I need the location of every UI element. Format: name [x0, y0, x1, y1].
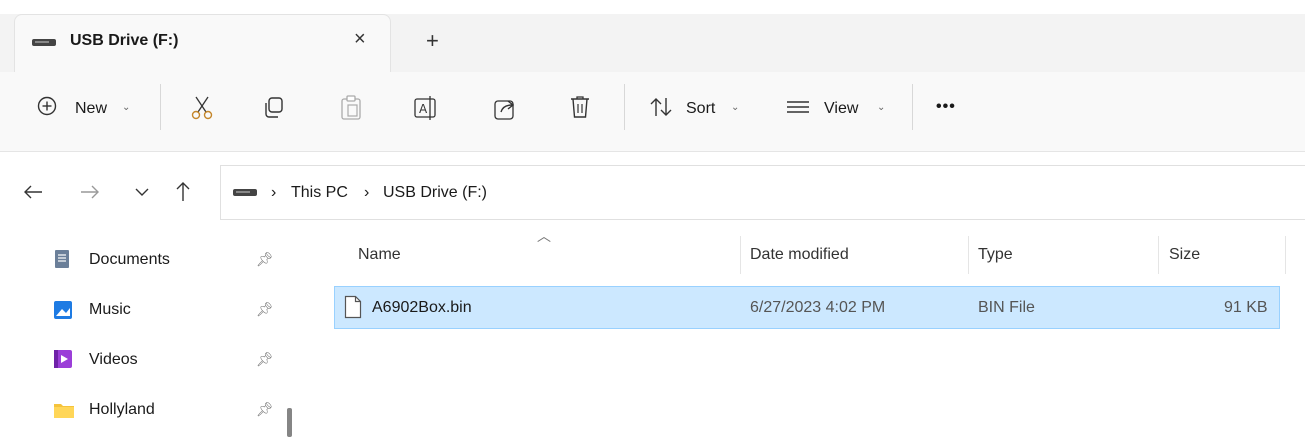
pin-icon: 📌︎ [256, 351, 274, 367]
chevron-down-icon: ⌄ [877, 102, 886, 113]
column-divider[interactable] [740, 236, 741, 274]
file-name: A6902Box.bin [372, 299, 472, 316]
more-options-icon[interactable]: ••• [936, 98, 956, 116]
chevron-down-icon: ⌄ [731, 102, 740, 113]
column-divider[interactable] [968, 236, 969, 274]
folder-icon [54, 404, 74, 418]
recent-locations-chevron-icon[interactable] [134, 187, 150, 197]
pin-icon: 📌︎ [256, 301, 274, 317]
documents-icon [55, 250, 69, 268]
sidebar-item-label: Documents [89, 251, 170, 268]
view-label: View [824, 100, 859, 117]
column-header-size[interactable]: Size [1169, 246, 1200, 264]
file-date-modified: 6/27/2023 4:02 PM [750, 299, 886, 316]
column-header-type[interactable]: Type [978, 246, 1013, 264]
column-divider[interactable] [1158, 236, 1159, 274]
file-size: 91 KB [1224, 299, 1268, 316]
view-lines-icon [787, 101, 809, 113]
new-label: New [75, 100, 108, 117]
pin-icon: 📌︎ [256, 401, 274, 417]
drive-icon [233, 189, 257, 196]
file-icon [344, 295, 362, 319]
sidebar-item-label: Hollyland [89, 401, 155, 418]
videos-icon [54, 350, 72, 368]
copy-icon[interactable] [262, 96, 286, 120]
toolbar-divider [160, 84, 161, 130]
title-bar [0, 0, 1305, 14]
breadcrumb-usb-drive[interactable]: USB Drive (F:) [383, 184, 487, 202]
sidebar-item-label: Music [89, 301, 131, 318]
sort-icon [650, 98, 672, 116]
delete-icon[interactable] [568, 94, 592, 120]
column-header-date[interactable]: Date modified [750, 246, 849, 264]
breadcrumb-separator: › [364, 184, 370, 201]
toolbar-divider [624, 84, 625, 130]
music-icon [54, 301, 72, 319]
forward-arrow-icon[interactable] [79, 183, 101, 201]
drive-icon [32, 39, 56, 46]
sidebar-item-label: Videos [89, 351, 138, 368]
sidebar-scrollbar[interactable] [287, 408, 292, 437]
svg-text:A: A [419, 102, 428, 116]
column-divider[interactable] [1285, 236, 1286, 274]
share-icon[interactable] [493, 95, 517, 121]
new-tab-icon[interactable]: + [426, 28, 439, 54]
breadcrumb-this-pc[interactable]: This PC [291, 184, 348, 202]
paste-icon[interactable] [340, 95, 362, 121]
pin-icon: 📌︎ [256, 251, 274, 267]
file-type: BIN File [978, 299, 1035, 316]
back-arrow-icon[interactable] [22, 183, 44, 201]
toolbar-divider [912, 84, 913, 130]
sort-ascending-icon: ︿ [537, 228, 551, 244]
cut-icon[interactable] [190, 95, 214, 121]
rename-icon[interactable]: A [413, 95, 439, 121]
tab-title: USB Drive (F:) [70, 32, 179, 49]
sort-label: Sort [686, 100, 716, 117]
close-tab-icon[interactable]: × [354, 28, 366, 51]
breadcrumb-separator: › [271, 184, 277, 201]
plus-circle-icon [37, 96, 57, 116]
column-header-name[interactable]: Name [358, 246, 401, 264]
chevron-down-icon: ⌄ [122, 102, 131, 113]
up-arrow-icon[interactable] [174, 180, 192, 202]
